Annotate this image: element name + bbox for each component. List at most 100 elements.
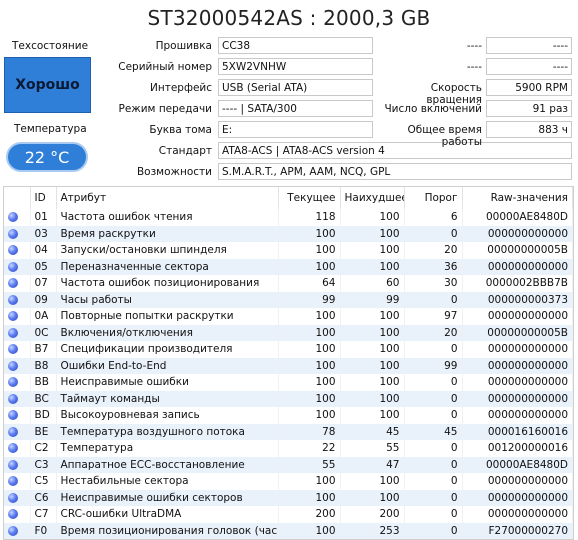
- current-value: 100: [278, 357, 341, 374]
- threshold-value: 0: [404, 390, 463, 407]
- attribute-id: C7: [30, 506, 57, 523]
- transfer-mode-field[interactable]: ---- | SATA/300: [218, 100, 373, 117]
- status-dot-icon: [4, 258, 31, 275]
- worst-value: 99: [340, 291, 405, 308]
- status-dot-icon: [4, 308, 31, 325]
- attribute-id: B7: [30, 341, 57, 358]
- power-on-count-field[interactable]: 91 раз: [486, 100, 572, 117]
- total-hours-label: Общее время работы: [407, 124, 482, 148]
- table-row[interactable]: F0 Время позиционирования головок (часы) 1…: [4, 522, 573, 539]
- worst-value: 60: [340, 275, 405, 292]
- standard-label: Стандарт: [158, 145, 212, 157]
- temperature-badge[interactable]: 22 °C: [6, 142, 88, 172]
- serial-label: Серийный номер: [118, 61, 212, 73]
- threshold-value: 0: [404, 341, 463, 358]
- table-row[interactable]: C3 Аппаратное ECC-восстановление 55 47 0 0000…: [4, 456, 573, 473]
- health-status-badge[interactable]: Хорошо: [4, 57, 91, 113]
- features-field[interactable]: S.M.A.R.T., APM, AAM, NCQ, GPL: [218, 163, 572, 180]
- raw-value: 000000000000: [462, 341, 573, 358]
- table-row[interactable]: BC Таймаут команды 100 100 0 000000000000: [4, 390, 573, 407]
- current-value: 78: [278, 423, 341, 440]
- firmware-field[interactable]: CC38: [218, 37, 373, 54]
- table-row[interactable]: B7 Спецификации производителя 100 100 0 00000…: [4, 341, 573, 358]
- raw-value: 0000002BBB7B: [462, 275, 573, 292]
- column-header-current[interactable]: Текущее: [278, 187, 341, 209]
- table-row[interactable]: 04 Запуски/остановки шпинделя 100 100 20 0000…: [4, 242, 573, 259]
- status-dot-icon: [4, 209, 31, 226]
- threshold-value: 6: [404, 209, 463, 226]
- attribute-id: 0C: [30, 324, 57, 341]
- volume-letter-field[interactable]: E:: [218, 121, 373, 138]
- table-row[interactable]: BB Неисправимые ошибки 100 100 0 000000000000: [4, 374, 573, 391]
- threshold-value: 0: [404, 374, 463, 391]
- column-header-worst[interactable]: Наихудшее: [340, 187, 405, 209]
- current-value: 100: [278, 242, 341, 259]
- rotation-speed-field[interactable]: 5900 RPM: [486, 79, 572, 96]
- attribute-id: 07: [30, 275, 57, 292]
- attribute-name: Часы работы: [56, 291, 279, 308]
- column-header-attribute[interactable]: Атрибут: [56, 187, 279, 209]
- table-row[interactable]: C7 CRC-ошибки UltraDMA 200 200 0 000000000000: [4, 506, 573, 523]
- attribute-name: Температура: [56, 440, 279, 457]
- threshold-value: 0: [404, 225, 463, 242]
- table-header-row: ID Атрибут Текущее Наихудшее Порог Raw-з…: [4, 187, 573, 209]
- attribute-id: BE: [30, 423, 57, 440]
- status-dot-icon: [4, 423, 31, 440]
- table-row[interactable]: 09 Часы работы 99 99 0 000000000373: [4, 291, 573, 308]
- serial-field[interactable]: 5XW2VNHW: [218, 58, 373, 75]
- status-dot-icon: [4, 242, 31, 259]
- threshold-value: 0: [404, 291, 463, 308]
- table-row[interactable]: C2 Температура 22 55 0 001200000016: [4, 440, 573, 457]
- current-value: 100: [278, 258, 341, 275]
- threshold-value: 97: [404, 308, 463, 325]
- threshold-value: 45: [404, 423, 463, 440]
- table-row[interactable]: BD Высокоуровневая запись 100 100 0 000000000…: [4, 407, 573, 424]
- attribute-id: C6: [30, 489, 57, 506]
- threshold-value: 0: [404, 473, 463, 490]
- raw-value: 000016160016: [462, 423, 573, 440]
- table-row[interactable]: 05 Переназначенные сектора 100 100 36 0000000…: [4, 258, 573, 275]
- smart-attributes-table[interactable]: ID Атрибут Текущее Наихудшее Порог Raw-з…: [3, 186, 574, 540]
- threshold-value: 36: [404, 258, 463, 275]
- blank2-field[interactable]: ----: [486, 58, 572, 75]
- worst-value: 45: [340, 423, 405, 440]
- column-header-icon[interactable]: [4, 187, 31, 209]
- column-header-id[interactable]: ID: [30, 187, 57, 209]
- current-value: 200: [278, 506, 341, 523]
- total-hours-field[interactable]: 883 ч: [486, 121, 572, 138]
- status-dot-icon: [4, 390, 31, 407]
- table-row[interactable]: 0C Включения/отключения 100 100 20 0000000000…: [4, 324, 573, 341]
- threshold-value: 20: [404, 242, 463, 259]
- table-row[interactable]: C5 Нестабильные сектора 100 100 0 00000000000…: [4, 473, 573, 490]
- interface-field[interactable]: USB (Serial ATA): [218, 79, 373, 96]
- table-row[interactable]: 07 Частота ошибок позиционирования 64 60 30 0…: [4, 275, 573, 292]
- threshold-value: 30: [404, 275, 463, 292]
- table-row[interactable]: BE Температура воздушного потока 78 45 45 000…: [4, 423, 573, 440]
- attribute-name: Частота ошибок позиционирования: [56, 275, 279, 292]
- worst-value: 100: [340, 225, 405, 242]
- volume-letter-label: Буква тома: [149, 124, 212, 136]
- current-value: 118: [278, 209, 341, 226]
- table-row[interactable]: B8 Ошибки End-to-End 100 100 99 000000000000: [4, 357, 573, 374]
- power-on-count-label: Число включений: [384, 103, 482, 115]
- current-value: 64: [278, 275, 341, 292]
- raw-value: 000000000000: [462, 489, 573, 506]
- column-header-raw[interactable]: Raw-значения: [462, 187, 573, 209]
- column-header-threshold[interactable]: Порог: [404, 187, 463, 209]
- table-row[interactable]: 03 Время раскрутки 100 100 0 000000000000: [4, 225, 573, 242]
- transfer-mode-label: Режим передачи: [118, 103, 212, 115]
- table-row[interactable]: 01 Частота ошибок чтения 118 100 6 00000AE848…: [4, 209, 573, 226]
- attribute-id: C5: [30, 473, 57, 490]
- features-label: Возможности: [136, 166, 212, 178]
- threshold-value: 0: [404, 407, 463, 424]
- table-row[interactable]: C6 Неисправимые ошибки секторов 100 100 0 000…: [4, 489, 573, 506]
- worst-value: 100: [340, 374, 405, 391]
- blank1-field[interactable]: ----: [486, 37, 572, 54]
- table-row[interactable]: 0A Повторные попытки раскрутки 100 100 97 000…: [4, 308, 573, 325]
- attribute-id: 04: [30, 242, 57, 259]
- attribute-name: Ошибки End-to-End: [56, 357, 279, 374]
- current-value: 100: [278, 489, 341, 506]
- raw-value: 000000000000: [462, 258, 573, 275]
- current-value: 100: [278, 308, 341, 325]
- threshold-value: 99: [404, 357, 463, 374]
